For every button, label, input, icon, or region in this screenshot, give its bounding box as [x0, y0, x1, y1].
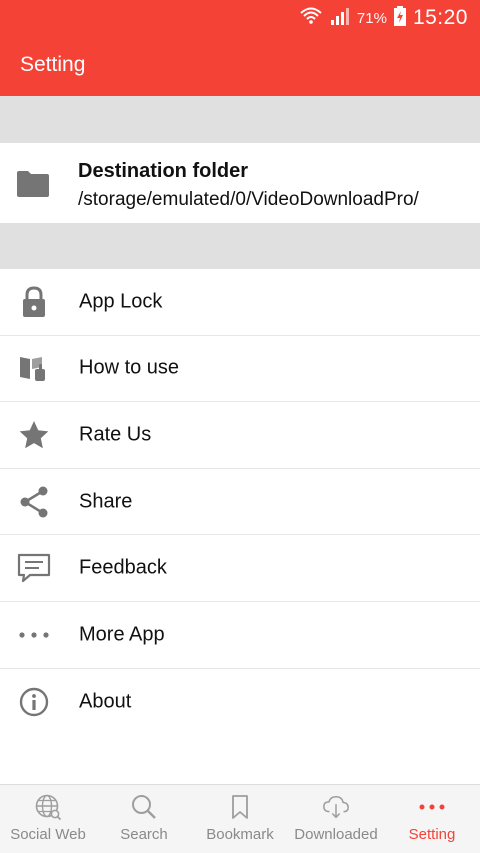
- cloud-download-icon: [322, 793, 350, 821]
- nav-item-downloaded[interactable]: Downloaded: [288, 785, 384, 853]
- book-hand-icon: [17, 351, 51, 385]
- status-bar: 71% 15:20: [0, 0, 480, 36]
- signal-icon: [329, 5, 351, 32]
- menu-item-about[interactable]: About: [0, 668, 480, 736]
- star-icon: [17, 418, 51, 452]
- status-time: 15:20: [412, 6, 468, 29]
- chat-icon: [17, 551, 51, 585]
- menu-item-label: Share: [79, 490, 133, 513]
- destination-folder-row[interactable]: Destination folder /storage/emulated/0/V…: [0, 143, 480, 223]
- search-icon: [130, 793, 158, 821]
- nav-item-search[interactable]: Search: [96, 785, 192, 853]
- nav-label: Search: [120, 826, 168, 843]
- settings-menu: App Lock How to use Rate Us Share Feedba…: [0, 269, 480, 736]
- page-title: Setting: [20, 53, 86, 76]
- menu-item-label: About: [79, 690, 132, 713]
- menu-item-label: How to use: [79, 356, 180, 379]
- nav-item-setting[interactable]: Setting: [384, 785, 480, 853]
- menu-item-label: Rate Us: [79, 423, 152, 446]
- destination-folder-path: /storage/emulated/0/VideoDownloadPro/: [78, 189, 419, 210]
- battery-charging-icon: [393, 5, 407, 32]
- wifi-icon: [299, 5, 323, 32]
- nav-label: Social Web: [10, 826, 86, 843]
- share-icon: [17, 485, 51, 519]
- menu-item-rate-us[interactable]: Rate Us: [0, 402, 480, 469]
- bottom-navigation: Social Web Search Bookmark Downloaded Se…: [0, 784, 480, 853]
- nav-label: Downloaded: [294, 826, 378, 843]
- nav-label: Setting: [408, 826, 456, 843]
- menu-item-share[interactable]: Share: [0, 468, 480, 536]
- section-divider-middle: [0, 223, 480, 269]
- info-icon: [17, 685, 51, 719]
- status-icons: 71% 15:20: [299, 4, 468, 32]
- menu-item-label: Feedback: [79, 556, 167, 579]
- destination-folder-title: Destination folder: [78, 160, 249, 182]
- folder-icon: [16, 170, 50, 198]
- more-dots-icon: [418, 793, 446, 821]
- bookmark-icon: [226, 793, 254, 821]
- globe-icon: [34, 793, 62, 821]
- more-dots-icon: [17, 618, 51, 652]
- menu-item-more-app[interactable]: More App: [0, 601, 480, 669]
- app-bar: Setting: [0, 36, 480, 96]
- nav-item-bookmark[interactable]: Bookmark: [192, 785, 288, 853]
- nav-label: Bookmark: [206, 826, 274, 843]
- menu-item-how-to-use[interactable]: How to use: [0, 335, 480, 403]
- menu-item-feedback[interactable]: Feedback: [0, 535, 480, 602]
- lock-icon: [17, 285, 51, 319]
- menu-item-label: More App: [79, 623, 165, 646]
- section-divider-top: [0, 96, 480, 143]
- menu-item-label: App Lock: [79, 290, 163, 313]
- menu-item-app-lock[interactable]: App Lock: [0, 269, 480, 336]
- battery-percent: 71%: [356, 9, 387, 27]
- nav-item-social-web[interactable]: Social Web: [0, 785, 96, 853]
